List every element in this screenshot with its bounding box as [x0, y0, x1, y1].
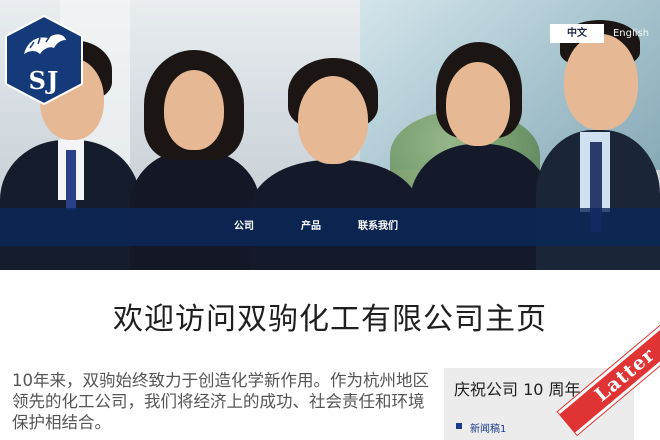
page: SJ 中文 English 公司 产品 联系我们 欢迎访问双驹化工有限公司主页 …: [0, 0, 660, 440]
intro-text: 10年来，双驹始终致力于创造化学新作用。作为杭州地区领先的化工公司，我们将经济上…: [12, 371, 429, 432]
language-chinese-button[interactable]: 中文: [550, 24, 604, 43]
company-logo[interactable]: SJ: [4, 14, 84, 106]
language-english-button[interactable]: English: [606, 24, 656, 43]
news-bullet-icon: [456, 423, 462, 429]
welcome-title: 欢迎访问双驹化工有限公司主页: [113, 302, 547, 337]
main-nav-bar: 公司 产品 联系我们: [0, 208, 660, 246]
hero-banner: SJ 中文 English 公司 产品 联系我们: [0, 0, 660, 270]
nav-item-products[interactable]: 产品: [301, 208, 321, 246]
news-item-link[interactable]: 新闻稿1: [470, 420, 506, 435]
nav-item-company[interactable]: 公司: [234, 208, 254, 246]
logo-text: SJ: [28, 66, 60, 95]
news-box-title: 庆祝公司 10 周年: [454, 380, 581, 399]
nav-item-contact[interactable]: 联系我们: [358, 208, 398, 246]
